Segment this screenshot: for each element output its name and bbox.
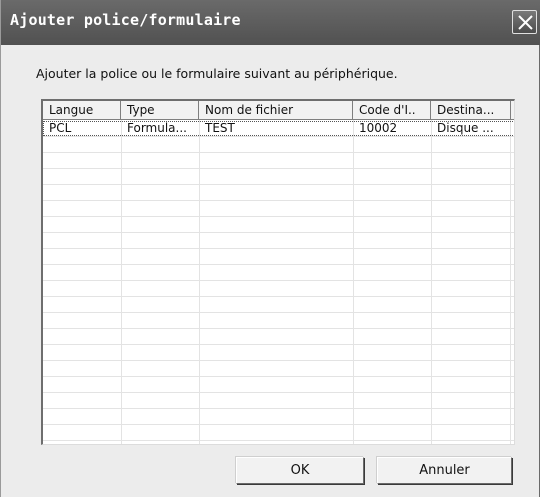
- column-header-destination[interactable]: Destina...: [431, 101, 511, 119]
- dialog-title: Ajouter police/formulaire: [10, 11, 241, 29]
- close-button[interactable]: [512, 10, 537, 34]
- ok-button[interactable]: OK: [236, 457, 364, 484]
- list-gridlines: [43, 120, 514, 444]
- list-row[interactable]: PCL Formula... TEST 10002 Disque ...: [43, 121, 514, 136]
- cancel-button[interactable]: Annuler: [377, 457, 512, 484]
- list-header: Langue Type Nom de fichier Code d'I.. De…: [43, 101, 514, 120]
- title-bar[interactable]: Ajouter police/formulaire: [1, 0, 540, 45]
- cell-type: Formula...: [127, 121, 187, 135]
- column-header-filename[interactable]: Nom de fichier: [199, 101, 353, 119]
- column-header-langue[interactable]: Langue: [43, 101, 121, 119]
- cell-id-code: 10002: [359, 121, 398, 135]
- font-form-list[interactable]: Langue Type Nom de fichier Code d'I.. De…: [41, 99, 515, 445]
- column-header-type[interactable]: Type: [121, 101, 199, 119]
- close-icon: [518, 15, 533, 30]
- instruction-text: Ajouter la police ou le formulaire suiva…: [36, 66, 398, 81]
- cell-destination: Disque ...: [437, 121, 494, 135]
- column-header-id-code[interactable]: Code d'I..: [353, 101, 431, 119]
- cell-filename: TEST: [205, 121, 235, 135]
- cell-langue: PCL: [49, 121, 72, 135]
- dialog-window: Ajouter police/formulaire Ajouter la pol…: [0, 0, 540, 497]
